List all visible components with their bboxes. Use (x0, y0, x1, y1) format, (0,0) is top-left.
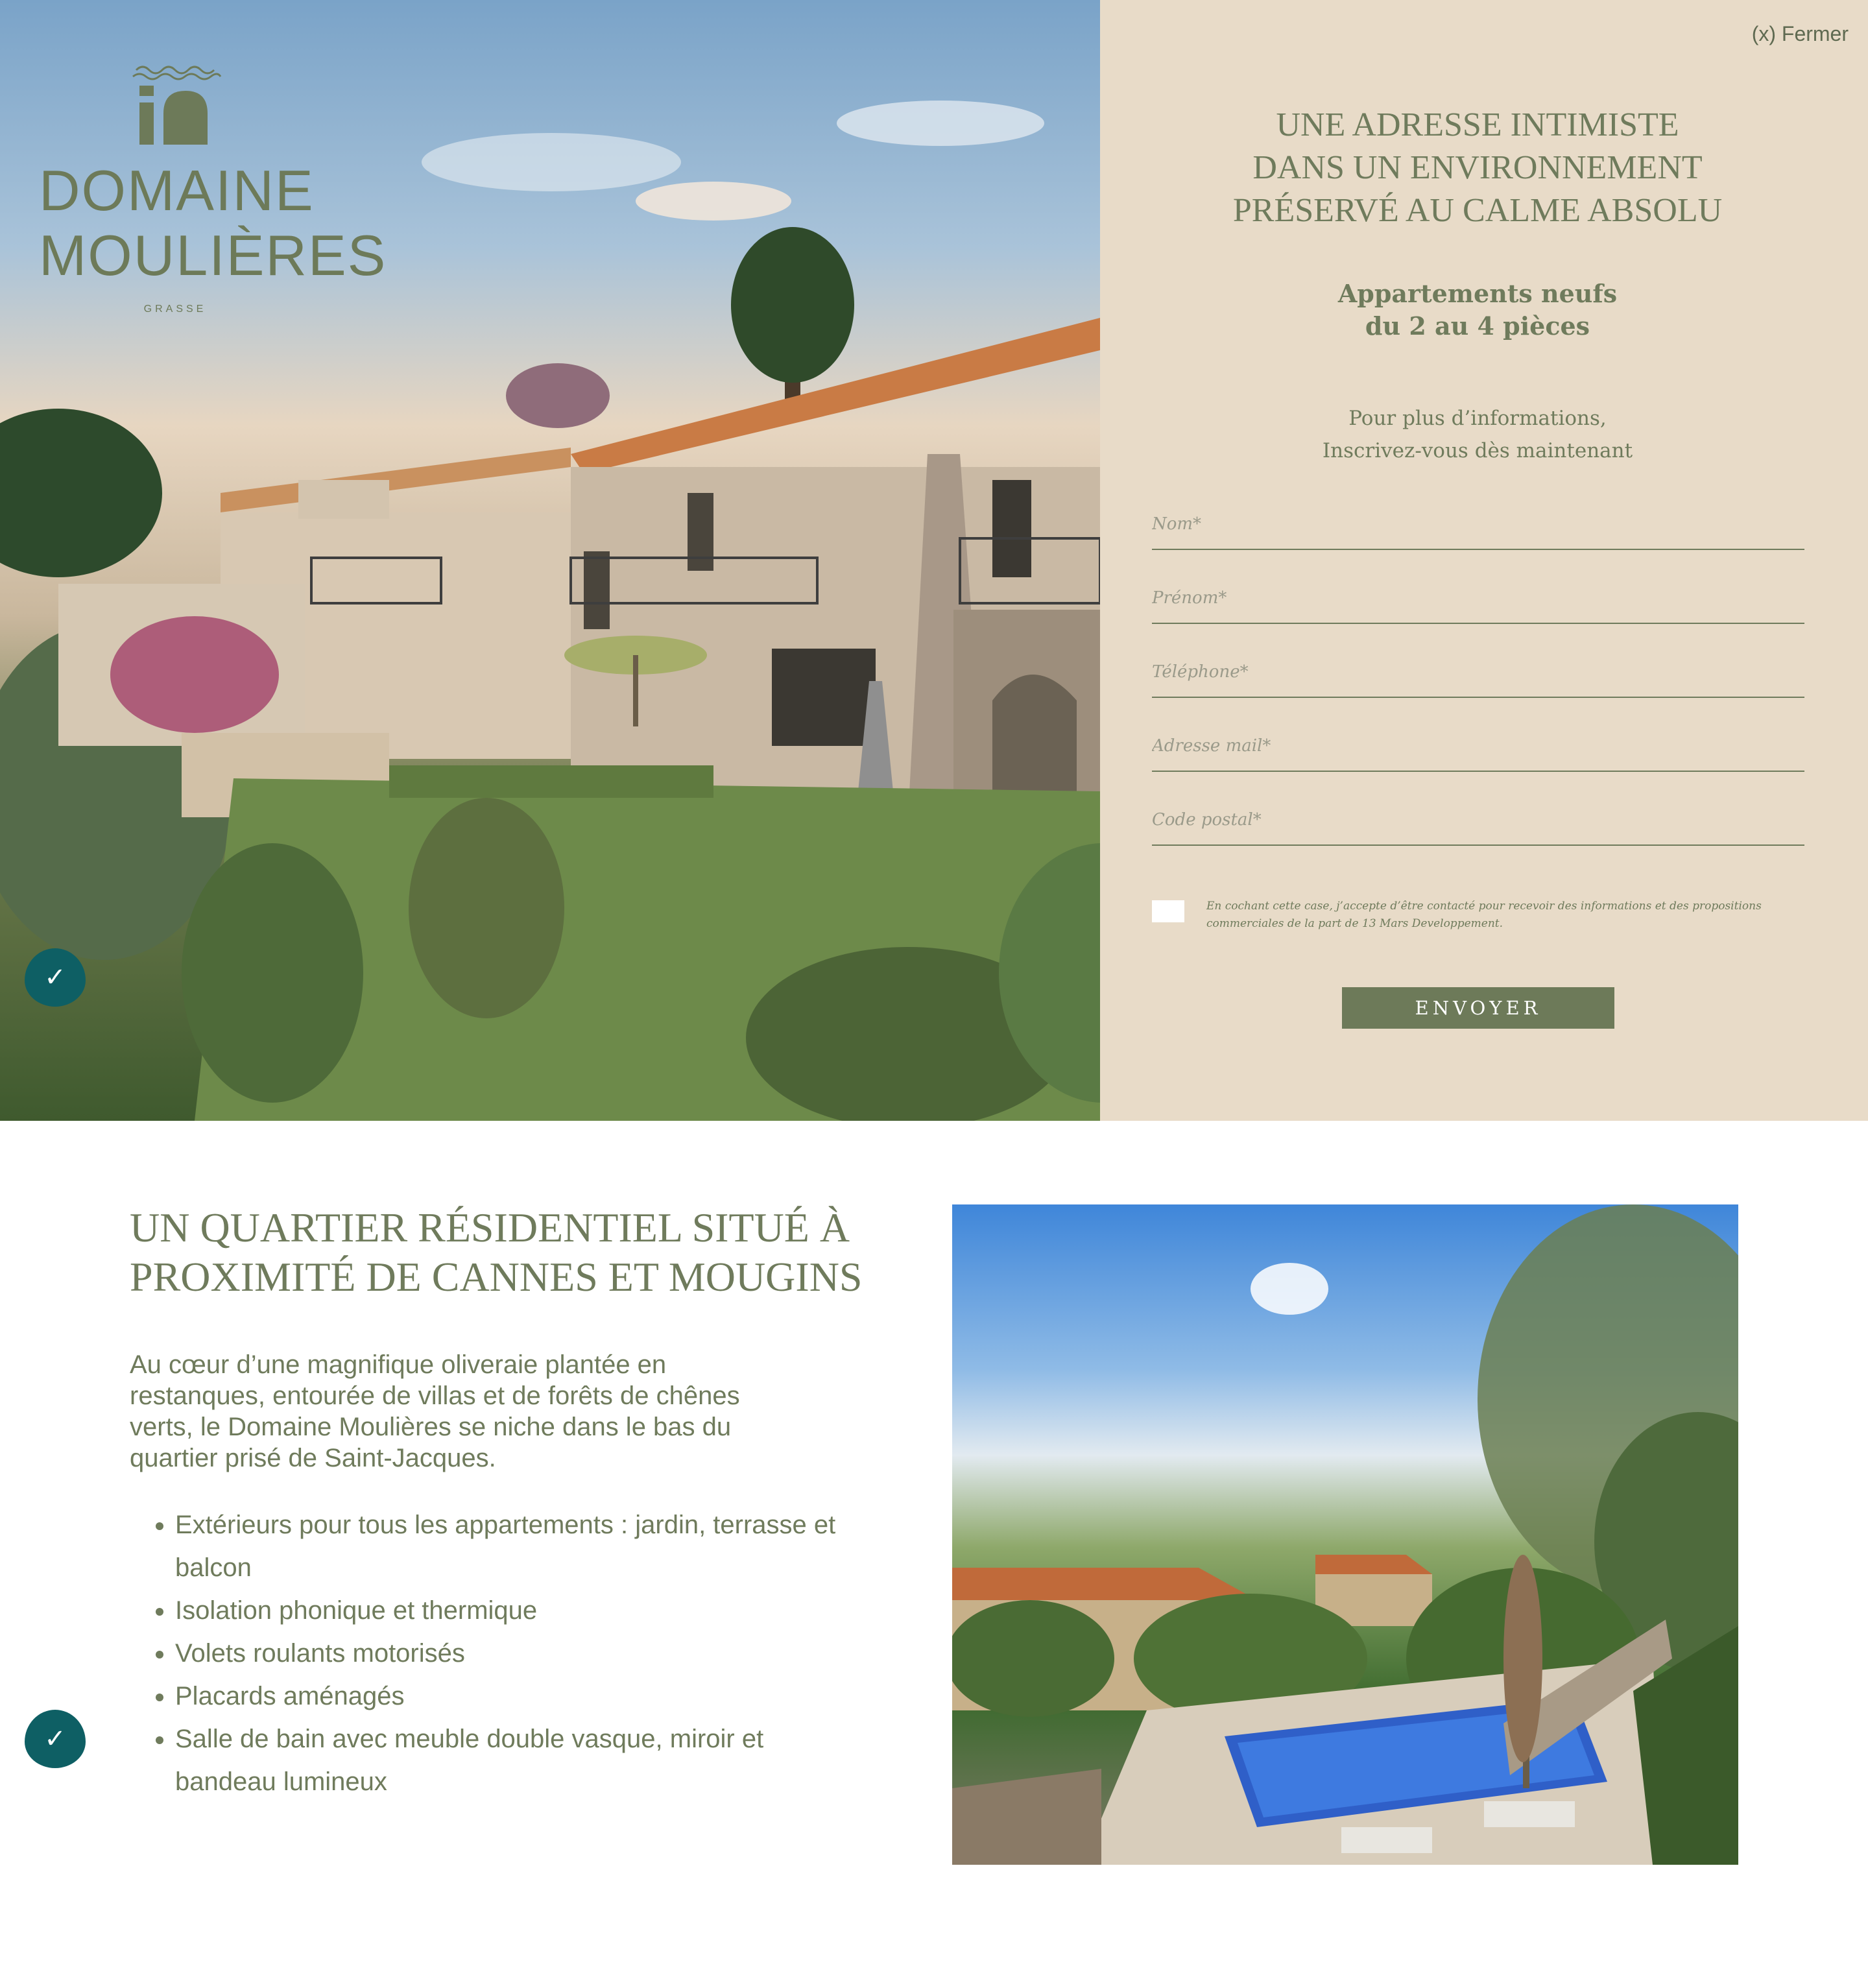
phone-input[interactable] (1152, 647, 1804, 698)
feature-item: Volets roulants motorisés (175, 1632, 856, 1675)
close-button[interactable]: (x) Fermer (1752, 22, 1849, 46)
panel-subheadline: Appartements neufs du 2 au 4 pièces (1337, 279, 1618, 341)
hero-building-image: DOMAINE MOULIÈRES GRASSE ✓ (0, 0, 1100, 1121)
pool-garden-image (952, 1204, 1738, 1865)
panel-info-text: Pour plus d’informations, Inscrivez-vous… (1322, 407, 1633, 462)
hero-section: DOMAINE MOULIÈRES GRASSE ✓ (x) Fermer UN… (0, 0, 1868, 1121)
logo-line-1: DOMAINE (39, 158, 315, 222)
firstname-input[interactable] (1152, 573, 1804, 624)
submit-button[interactable]: ENVOYER (1342, 987, 1614, 1029)
signup-form (1152, 493, 1804, 863)
postal-code-input[interactable] (1152, 795, 1804, 846)
feature-item: Salle de bain avec meuble double vasque,… (175, 1718, 856, 1803)
panel-headline: UNE ADRESSE INTIMISTE DANS UN ENVIRONNEM… (1232, 106, 1723, 229)
feature-item: Placards aménagés (175, 1675, 856, 1718)
name-input[interactable] (1152, 499, 1804, 550)
signup-panel: (x) Fermer UNE ADRESSE INTIMISTE DANS UN… (1100, 0, 1868, 1121)
postal-field-wrapper (1152, 789, 1804, 863)
consent-checkbox[interactable] (1152, 900, 1184, 922)
features-list: Extérieurs pour tous les appartements : … (130, 1503, 856, 1803)
accessibility-check-icon[interactable]: ✓ (25, 948, 86, 1007)
section-title: UN QUARTIER RÉSIDENTIEL SITUÉ À PROXIMIT… (130, 1204, 863, 1300)
logo-place: GRASSE (143, 304, 207, 315)
domaine-logo[interactable]: DOMAINE MOULIÈRES GRASSE (39, 52, 387, 324)
domaine-arch-logo-icon (132, 66, 222, 145)
name-field-wrapper (1152, 493, 1804, 567)
phone-field-wrapper (1152, 641, 1804, 715)
logo-line-2: MOULIÈRES (39, 223, 387, 287)
consent-text: En cochant cette case, j’accepte d’être … (1206, 900, 1762, 930)
feature-item: Extérieurs pour tous les appartements : … (175, 1503, 856, 1589)
email-input[interactable] (1152, 721, 1804, 772)
accessibility-check-icon[interactable]: ✓ (25, 1710, 86, 1768)
pool-illustration (952, 1204, 1738, 1865)
feature-item: Isolation phonique et thermique (175, 1589, 856, 1632)
section-paragraph: Au cœur d’une magnifique oliveraie plant… (130, 1350, 740, 1472)
firstname-field-wrapper (1152, 567, 1804, 641)
email-field-wrapper (1152, 715, 1804, 789)
